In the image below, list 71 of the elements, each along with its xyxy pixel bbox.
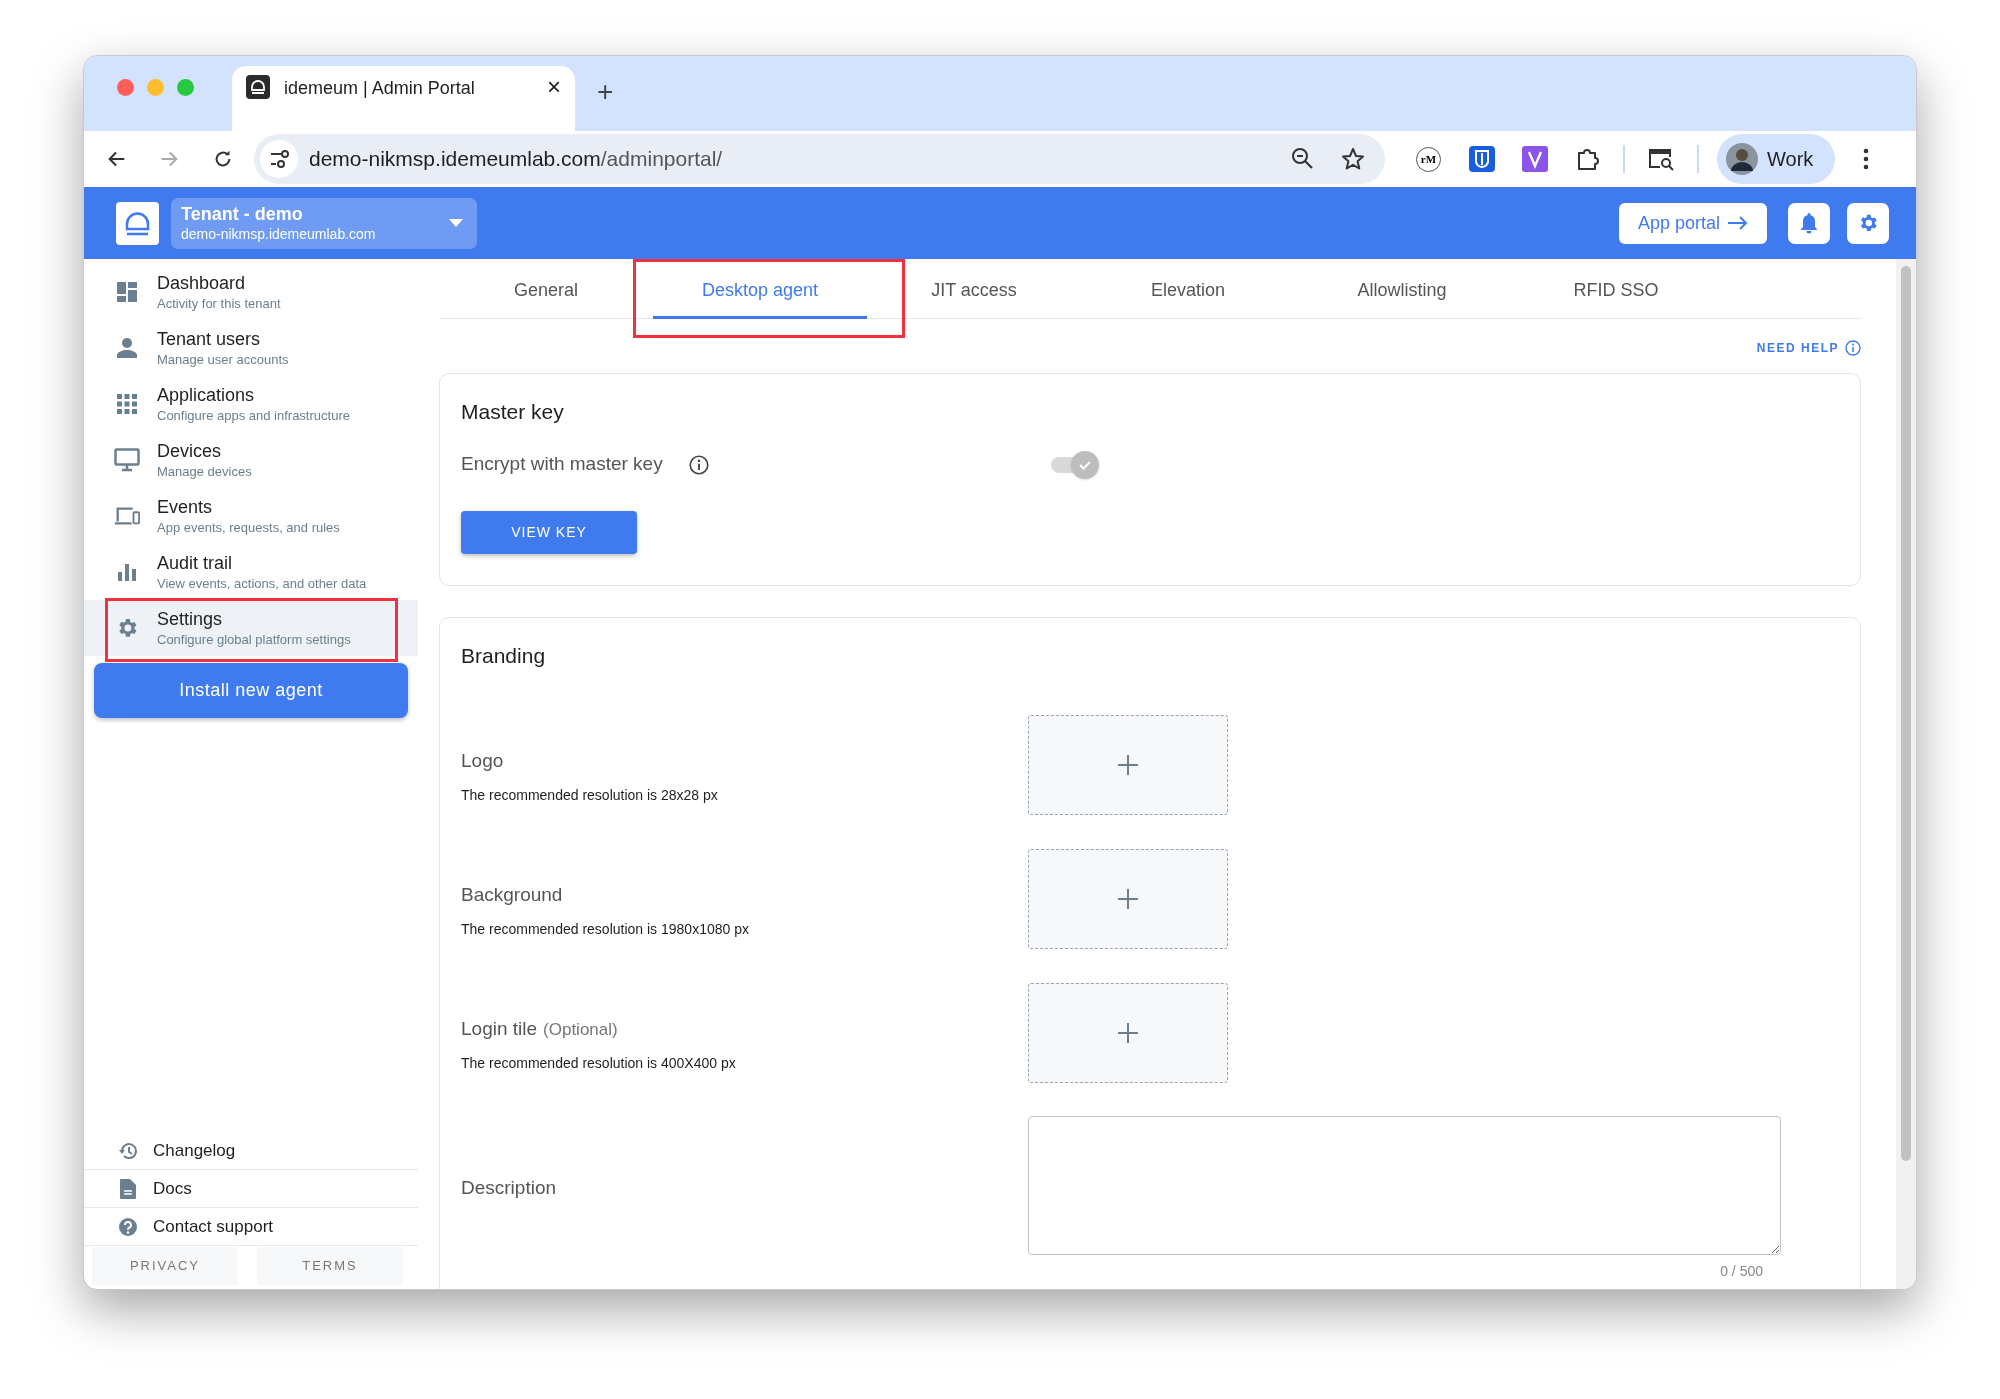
- sidebar-item[interactable]: Settings Configure global platform settings: [84, 600, 418, 656]
- tab[interactable]: Allowlisting: [1295, 259, 1509, 319]
- description-field[interactable]: [1028, 1115, 1781, 1255]
- tab[interactable]: Elevation: [1081, 259, 1295, 319]
- zoom-out-icon[interactable]: [1291, 147, 1315, 171]
- label-text: Login tile: [461, 1017, 538, 1039]
- footer-link[interactable]: TERMS: [257, 1247, 403, 1285]
- close-tab-button[interactable]: ×: [547, 75, 561, 99]
- bell-icon: [1799, 212, 1819, 234]
- install-agent-button[interactable]: Install new agent: [94, 663, 408, 718]
- dashboard-icon: [116, 281, 138, 303]
- optional-note: (Optional): [543, 1019, 618, 1039]
- shield-extension-icon[interactable]: [1469, 146, 1495, 172]
- tab[interactable]: JIT access: [867, 259, 1081, 319]
- field-label: Logo: [461, 748, 505, 773]
- puzzle-icon[interactable]: [1575, 146, 1601, 172]
- toggle-label: Encrypt with master key: [461, 452, 664, 477]
- monitor-icon: [114, 448, 140, 472]
- browser-tab[interactable]: idemeum | Admin Portal ×: [232, 66, 575, 131]
- tab-search-icon[interactable]: [1647, 146, 1675, 172]
- info-icon: [1845, 340, 1861, 356]
- avatar-icon: [1726, 143, 1758, 175]
- devices-icon: [114, 506, 140, 526]
- tenant-name: Tenant - demo: [181, 203, 304, 226]
- resolution-hint: The recommended resolution is 28x28 px: [461, 786, 719, 806]
- bar-chart-icon: [117, 562, 137, 582]
- address-bar[interactable]: demo-nikmsp.idemeumlab.com/adminportal/: [254, 134, 1385, 184]
- new-tab-button[interactable]: +: [597, 78, 614, 106]
- settings-button[interactable]: [1847, 202, 1889, 244]
- resolution-hint: The recommended resolution is 400X400 px: [461, 1054, 737, 1074]
- character-counter: 0 / 500: [1720, 1261, 1763, 1281]
- plus-icon: [1118, 888, 1138, 909]
- person-icon: [116, 337, 138, 359]
- plus-icon: [1118, 754, 1138, 775]
- caret-icon: [449, 219, 463, 227]
- profile-button[interactable]: Work: [1717, 134, 1835, 184]
- app-logo-icon: [116, 201, 159, 245]
- url-path: /adminportal/: [600, 147, 723, 171]
- site-logo-icon: [246, 75, 270, 99]
- arrow-right-icon: [1728, 216, 1749, 230]
- history-icon: [118, 1140, 138, 1161]
- tab-title: idemeum | Admin Portal: [284, 77, 476, 100]
- card-title: Branding: [461, 643, 547, 669]
- field-label: Description: [461, 1176, 558, 1201]
- tab[interactable]: RFID SSO: [1509, 259, 1723, 319]
- field-label: Background: [461, 882, 564, 907]
- help-icon: [118, 1216, 138, 1237]
- sidebar-link[interactable]: Contact support: [84, 1208, 418, 1246]
- close-window-button[interactable]: [117, 78, 134, 96]
- tenant-domain: demo-nikmsp.idemeumlab.com: [181, 225, 377, 243]
- url-host: demo-nikmsp.idemeumlab.com: [309, 147, 601, 171]
- sidebar-link[interactable]: Changelog: [84, 1132, 418, 1170]
- need-help-link[interactable]: NEED HELP: [1756, 339, 1861, 357]
- notifications-button[interactable]: [1788, 202, 1830, 244]
- sidebar-link[interactable]: Docs: [84, 1170, 418, 1208]
- resolution-hint: The recommended resolution is 1980x1080 px: [461, 920, 750, 940]
- tab[interactable]: Desktop agent: [653, 259, 867, 319]
- footer-link[interactable]: PRIVACY: [92, 1247, 238, 1285]
- document-icon: [120, 1178, 136, 1199]
- info-icon: [689, 454, 709, 475]
- site-settings-icon[interactable]: [260, 140, 298, 178]
- grid-icon: [117, 394, 137, 414]
- star-icon[interactable]: [1341, 147, 1365, 171]
- browser-menu-icon[interactable]: [1863, 148, 1869, 170]
- view-key-button[interactable]: VIEW KEY: [461, 510, 637, 554]
- app-portal-button[interactable]: App portal: [1619, 202, 1767, 244]
- v-extension-icon[interactable]: [1522, 146, 1548, 172]
- card-title: Master key: [461, 399, 565, 425]
- plus-icon: [1118, 1022, 1138, 1043]
- scrollbar[interactable]: [1896, 259, 1916, 1289]
- tab[interactable]: General: [439, 259, 653, 319]
